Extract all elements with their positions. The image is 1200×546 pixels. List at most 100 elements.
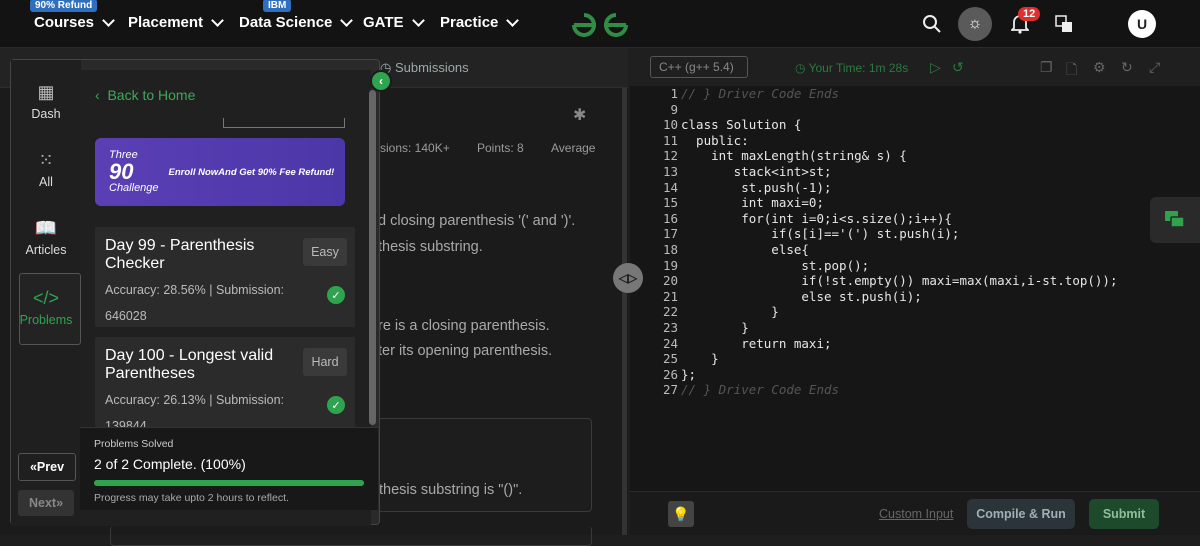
refresh-icon[interactable]: ↻	[1121, 59, 1133, 76]
grid-icon: ⁙	[38, 150, 54, 170]
filter-box[interactable]	[223, 118, 345, 128]
average-stat: Average	[551, 141, 596, 155]
line-number: 23	[662, 319, 678, 335]
desc-line: thesis substring.	[378, 239, 483, 255]
code-line[interactable]: st.pop();	[681, 258, 1118, 274]
line-number: 21	[662, 288, 678, 304]
play-timer-icon[interactable]: ▷	[930, 59, 941, 76]
code-area[interactable]: 1 9 10 11 12 13 14 15 16 17 18 19 20 21 22 23 24 25 26 27 /…	[630, 86, 1200, 456]
difficulty-badge: Easy	[303, 238, 347, 266]
back-home-link[interactable]: ‹ Back to Home	[95, 87, 195, 103]
nav-placement[interactable]: Placement	[128, 13, 224, 31]
line-number: 11	[662, 132, 678, 148]
code-line[interactable]: }	[681, 320, 1118, 336]
line-number: 9	[670, 101, 678, 117]
top-nav: 90% Refund Courses Placement IBM Data Sc…	[0, 0, 1200, 48]
code-line[interactable]: if(s[i]=='(') st.push(i);	[681, 226, 1118, 242]
list-item[interactable]: Day 99 - Parenthesis Checker Easy Accura…	[95, 227, 355, 327]
problem-scrollbar[interactable]	[622, 88, 627, 535]
rail-problems-label: Problems	[19, 313, 73, 327]
line-number: 15	[662, 195, 678, 211]
check-icon: ✓	[327, 396, 345, 414]
nav-practice[interactable]: Practice	[440, 13, 520, 31]
timer-label: Your Time: 1m 28s	[808, 61, 909, 75]
next-label: Next	[28, 496, 57, 510]
lightbulb-icon[interactable]: 💡	[668, 501, 694, 527]
line-numbers: 1 9 10 11 12 13 14 15 16 17 18 19 20 21 22 23 24 25 26 27	[630, 86, 678, 398]
code-line[interactable]: }	[681, 304, 1118, 320]
check-icon: ✓	[327, 286, 345, 304]
search-icon[interactable]	[918, 10, 946, 38]
theme-toggle-icon[interactable]: ☼	[958, 7, 992, 41]
list-scrollbar[interactable]	[369, 90, 376, 425]
avatar[interactable]: U	[1128, 10, 1156, 38]
nav-placement-label: Placement	[128, 14, 204, 31]
copy-icon[interactable]: ❐	[1040, 59, 1053, 76]
progress-fill	[94, 480, 364, 486]
book-icon: 📖	[34, 218, 58, 238]
dashboard-icon: ▦	[37, 82, 55, 102]
rail-dash-label: Dash	[31, 107, 61, 121]
code-line[interactable]: else st.push(i);	[681, 289, 1118, 305]
editor-toolbar: C++ (g++ 5.4) ◷ Your Time: 1m 28s ▷ ↺ ❐ …	[630, 48, 1200, 86]
bug-report-icon[interactable]: ✱	[573, 105, 586, 125]
code-line[interactable]: for(int i=0;i<s.size();i++){	[681, 211, 1118, 227]
code-line[interactable]: return maxi;	[681, 336, 1118, 352]
custom-input-link[interactable]: Custom Input	[879, 507, 953, 521]
rail-all[interactable]: ⁙ All	[19, 150, 73, 189]
refund-badge: 90% Refund	[30, 0, 98, 12]
code-line[interactable]: st.push(-1);	[681, 180, 1118, 196]
chevron-down-icon	[102, 13, 115, 27]
code-line[interactable]: stack<int>st;	[681, 164, 1118, 180]
reset-timer-icon[interactable]: ↺	[952, 59, 964, 76]
chevron-down-icon	[411, 13, 425, 27]
line-number: 26	[662, 366, 678, 382]
split-drag-handle-icon[interactable]: ◁▷	[613, 263, 643, 293]
code-content[interactable]: // } Driver Code Ends class Solution { pu…	[681, 86, 1118, 398]
collapse-panel-icon[interactable]: ‹	[370, 70, 392, 92]
rail-dash[interactable]: ▦ Dash	[19, 82, 73, 121]
code-line[interactable]: class Solution {	[681, 117, 1118, 133]
file-icon[interactable]: 🗋	[1066, 59, 1077, 83]
line-number: 18	[662, 241, 678, 257]
code-line[interactable]: if(!st.empty()) maxi=max(maxi,i-st.top()…	[681, 273, 1117, 289]
nav-gate[interactable]: GATE	[363, 13, 425, 31]
line-number: 14	[662, 179, 678, 195]
rail-articles[interactable]: 📖 Articles	[19, 218, 73, 257]
code-line[interactable]: int maxi=0;	[681, 195, 1118, 211]
points-stat: Points: 8	[477, 141, 524, 155]
language-select[interactable]: C++ (g++ 5.4)	[650, 56, 748, 78]
nav-practice-label: Practice	[440, 14, 499, 31]
nav-data-science[interactable]: Data Science	[239, 13, 354, 31]
code-line[interactable]: // } Driver Code Ends	[681, 86, 1118, 102]
settings-icon[interactable]: ⚙	[1093, 59, 1106, 76]
promo-banner[interactable]: Three 90 Challenge Enroll NowAnd Get 90%…	[95, 138, 345, 206]
code-line[interactable]: else{	[681, 242, 1118, 258]
fullscreen-icon[interactable]: ⤢	[1149, 59, 1160, 76]
card-submissions: 646028	[105, 309, 147, 323]
compile-run-button[interactable]: Compile & Run	[967, 499, 1075, 529]
code-line[interactable]	[681, 102, 1118, 118]
code-line[interactable]: public:	[681, 133, 1118, 149]
code-line[interactable]: // } Driver Code Ends	[681, 382, 1118, 398]
gfg-logo[interactable]	[570, 10, 630, 40]
code-line[interactable]: };	[681, 367, 1118, 383]
list-item[interactable]: Day 100 - Longest valid Parentheses Hard…	[95, 337, 355, 437]
code-line[interactable]: }	[681, 351, 1118, 367]
translate-icon[interactable]	[1050, 10, 1078, 38]
rail-all-label: All	[39, 175, 53, 189]
code-editor-panel: C++ (g++ 5.4) ◷ Your Time: 1m 28s ▷ ↺ ❐ …	[630, 48, 1200, 535]
nav-courses[interactable]: Courses	[34, 13, 115, 31]
chat-icon[interactable]	[1150, 197, 1200, 243]
back-home-label: Back to Home	[107, 87, 196, 103]
card-title: Day 99 - Parenthesis Checker	[105, 237, 255, 272]
chevron-down-icon	[506, 13, 520, 27]
submit-button[interactable]: Submit	[1089, 499, 1159, 529]
rail-problems[interactable]: </> Problems	[19, 288, 73, 327]
next-button[interactable]: Next »	[18, 490, 74, 516]
promo-logo-bottom: Challenge	[109, 182, 159, 194]
chevron-down-icon	[340, 13, 354, 27]
code-line[interactable]: int maxLength(string& s) {	[681, 148, 1118, 164]
tab-submissions[interactable]: ◷ Submissions	[380, 60, 469, 76]
prev-button[interactable]: « Prev	[18, 453, 76, 481]
